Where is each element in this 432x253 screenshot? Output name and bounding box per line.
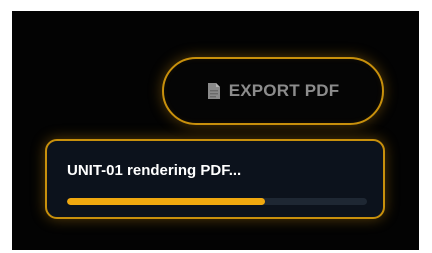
export-pdf-label: EXPORT PDF bbox=[228, 81, 340, 100]
progress-bar bbox=[67, 198, 367, 205]
document-icon bbox=[207, 82, 221, 100]
dark-panel: EXPORT PDF UNIT-01 rendering PDF... bbox=[12, 11, 419, 250]
progress-status-text: UNIT-01 rendering PDF... bbox=[67, 162, 242, 179]
export-pdf-button[interactable]: EXPORT PDF bbox=[162, 57, 384, 125]
progress-bar-fill bbox=[67, 198, 265, 205]
render-progress-card: UNIT-01 rendering PDF... bbox=[45, 139, 385, 219]
